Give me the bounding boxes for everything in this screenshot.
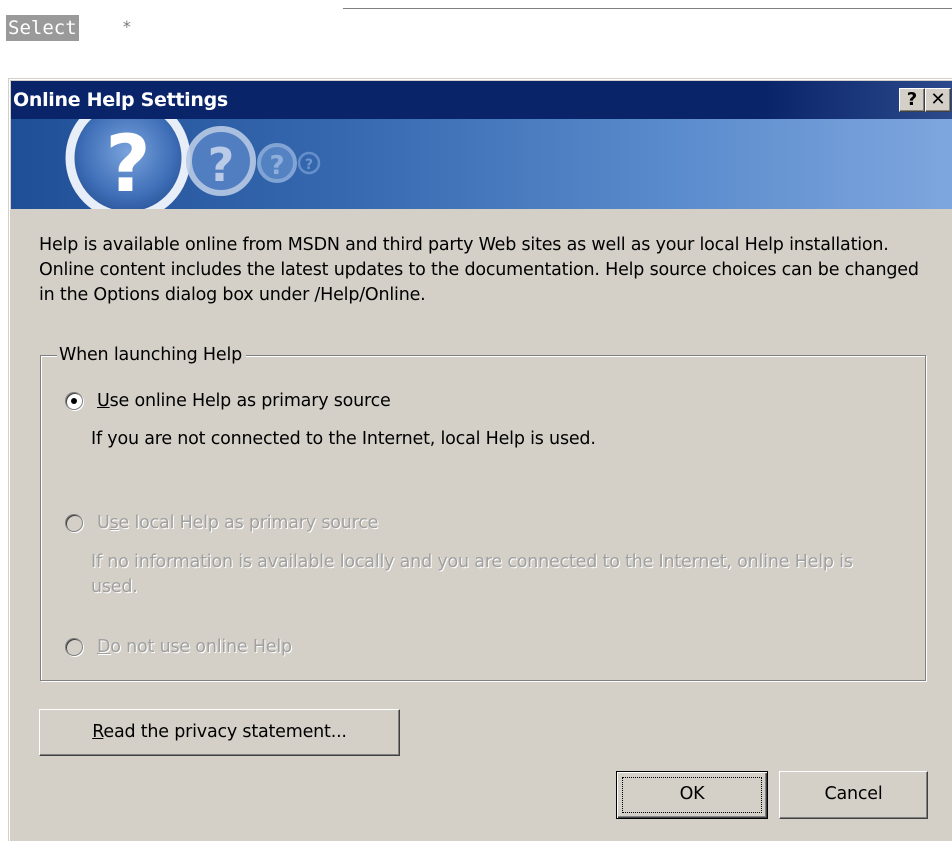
label-text-pre: U <box>97 513 110 533</box>
editor-rule-line <box>343 8 952 9</box>
question-marks-icon: ? ? ? ? <box>65 119 321 209</box>
svg-text:?: ? <box>269 151 284 181</box>
local-primary-radio[interactable] <box>65 514 83 532</box>
svg-text:?: ? <box>105 120 150 209</box>
dialog-titlebar[interactable]: Online Help Settings ? ✕ <box>11 81 952 119</box>
help-banner: ? ? ? ? <box>11 119 952 209</box>
no-online-radio[interactable] <box>65 638 83 656</box>
online-help-settings-dialog: Online Help Settings ? ✕ ? ? ? ? Help is… <box>8 78 952 841</box>
focus-ring <box>622 777 762 813</box>
label-text: se online Help as primary source <box>109 391 391 411</box>
radio-selected-dot <box>71 398 77 404</box>
online-primary-description: If you are not connected to the Internet… <box>91 429 596 449</box>
access-key: U <box>97 391 110 411</box>
local-primary-label[interactable]: Use local Help as primary source <box>97 513 378 533</box>
no-online-label[interactable]: Do not use online Help <box>97 637 292 657</box>
access-key: R <box>92 722 104 742</box>
help-description: Help is available online from MSDN and t… <box>39 235 919 305</box>
groupbox-label: When launching Help <box>57 345 247 365</box>
ok-button[interactable]: OK <box>616 771 768 819</box>
help-button[interactable]: ? <box>899 88 925 112</box>
dialog-title: Online Help Settings <box>13 89 228 111</box>
svg-text:?: ? <box>305 157 313 173</box>
privacy-statement-button[interactable]: Read the privacy statement... <box>39 709 400 756</box>
cancel-button[interactable]: Cancel <box>779 771 928 819</box>
label-text: e local Help as primary source <box>118 513 379 533</box>
local-primary-description: If no information is available locally a… <box>91 552 853 597</box>
close-button[interactable]: ✕ <box>925 88 951 112</box>
button-label: ead the privacy statement... <box>103 722 347 742</box>
online-primary-radio[interactable] <box>65 392 83 410</box>
online-primary-label[interactable]: Use online Help as primary source <box>97 391 391 411</box>
access-key: D <box>97 637 111 657</box>
access-key: s <box>109 513 119 533</box>
button-label: Cancel <box>824 784 883 804</box>
sql-star: * <box>122 17 132 36</box>
sql-select-keyword: Select <box>6 15 79 41</box>
label-text: o not use online Help <box>110 637 292 657</box>
svg-text:?: ? <box>208 138 235 192</box>
